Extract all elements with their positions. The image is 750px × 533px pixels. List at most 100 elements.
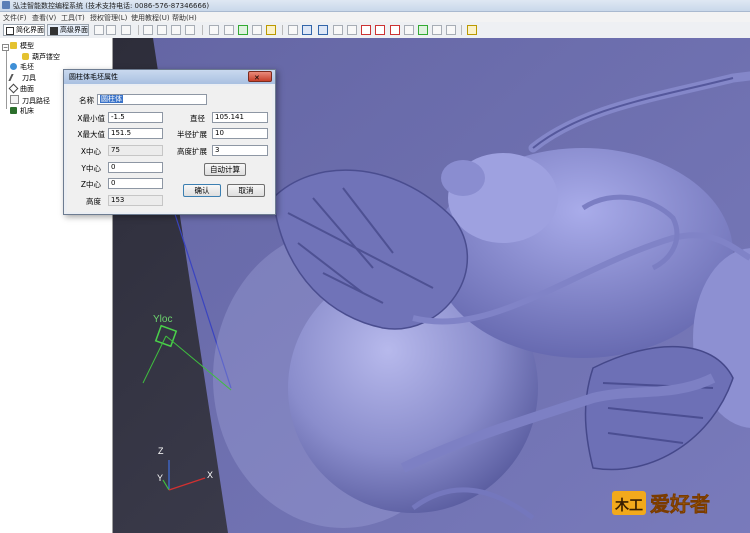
cylinder-icon[interactable] [238,25,248,35]
xmin-label: X最小值 [77,114,105,123]
radius-ext-label: 半径扩展 [177,130,207,139]
toolbar-separator [282,25,283,35]
toolpath-icon [10,95,19,104]
diameter-label: 直径 [190,114,205,123]
watermark-logo: 木工 爱好者 [612,487,742,521]
menu-bar: 文件(F) 查看(V) 工具(T) 授权管理(L) 使用教程(U) 帮助(H) [0,12,750,22]
surface-icon [8,83,19,94]
stripes-icon[interactable] [361,25,371,35]
advanced-mode-button[interactable]: 高级界面 [47,24,89,36]
tree-item-machine[interactable]: 机床 [0,106,34,116]
name-value: 圆柱体 [100,95,123,103]
cylinder-stock-dialog: 圆柱体毛坯属性 ✕ 名称 圆柱体 X最小值 -1.5 X最大值 151.5 X中… [63,69,276,215]
help-icon[interactable] [467,25,477,35]
collapse-icon[interactable]: − [2,44,9,51]
tree-label: 毛坯 [20,63,34,71]
cancel-button[interactable]: 取消 [227,184,265,197]
lightning-icon[interactable] [266,25,276,35]
tree-item-stock[interactable]: 毛坯 [0,62,34,72]
window-title: 弘洼智能数控编程系统 (技术支持电话: 0086-576-87346666) [13,2,210,10]
tree-label: 刀具路径 [22,97,50,105]
tool-icon [8,74,21,81]
xmin-field[interactable]: -1.5 [108,112,163,123]
title-bar: 弘洼智能数控编程系统 (技术支持电话: 0086-576-87346666) [0,0,750,12]
tree-item-toolpath[interactable]: 刀具路径 [0,95,50,105]
xcenter-label: X中心 [80,147,101,156]
advanced-mode-label: 高级界面 [60,26,88,34]
document-icon[interactable] [185,25,195,35]
logo-svg: 木工 爱好者 [612,491,710,516]
logo-prefix: 木工 [614,497,643,514]
ok-button[interactable]: 确认 [183,184,221,197]
zcenter-field[interactable]: 0 [108,178,163,189]
tree-label: 机床 [20,107,34,115]
move-icon[interactable] [288,25,298,35]
tree-label: 模型 [20,42,34,50]
tree-label: 刀具 [22,74,36,82]
machine-icon [10,107,17,114]
ycenter-label: Y中心 [81,164,101,173]
stock-icon [10,63,17,70]
close-icon: ✕ [254,74,260,82]
surface-icon[interactable] [418,25,428,35]
ucs-label: Yloc [153,314,172,325]
cube-icon[interactable] [209,25,219,35]
simple-mode-label: 简化界面 [16,26,44,34]
toolbar-separator [202,25,203,35]
height-label: 高度 [86,197,101,206]
zcenter-label: Z中心 [80,180,101,189]
open-file-icon[interactable] [157,25,167,35]
new-file-icon[interactable] [143,25,153,35]
height-ext-field[interactable]: 3 [212,145,268,156]
image-icon[interactable] [106,25,116,35]
tree-label: 葫芦镂空 [32,53,60,61]
axis-y-line [162,479,170,491]
axis-x-label: X [207,470,213,480]
cylinder-outline-icon[interactable] [347,25,357,35]
lines-icon[interactable] [375,25,385,35]
box-icon[interactable] [224,25,234,35]
auto-calc-button[interactable]: 自动计算 [204,163,246,176]
height-field: 153 [108,195,163,206]
cone-icon[interactable] [252,25,262,35]
tree-item-gourd[interactable]: 葫芦镂空 [14,52,60,62]
checkbox-icon [50,27,58,35]
dialog-title: 圆柱体毛坯属性 [69,73,118,81]
dialog-title-bar[interactable]: 圆柱体毛坯属性 ✕ [64,70,275,84]
model-icon [10,42,17,49]
axis-y-label: Y [157,473,163,483]
tree-item-model[interactable]: − 模型 [0,41,34,51]
cylinder-view-icon[interactable] [318,25,328,35]
name-field[interactable]: 圆柱体 [97,94,207,105]
shell-icon[interactable] [333,25,343,35]
simple-mode-button[interactable]: 简化界面 [3,24,45,36]
settings-icon[interactable] [121,25,131,35]
shaded-cube-icon[interactable] [404,25,414,35]
toolpath-icon[interactable] [432,25,442,35]
axis-z-label: Z [158,446,164,456]
ycenter-field[interactable]: 0 [108,162,163,173]
name-label: 名称 [79,96,94,105]
ucs-line-2 [142,335,167,384]
xcenter-field: 75 [108,145,163,156]
small-gourd [441,160,485,196]
save-icon[interactable] [171,25,181,35]
tree-item-surface[interactable]: 曲面 [0,83,34,94]
close-button[interactable]: ✕ [248,71,272,82]
toolbar: 简化界面 高级界面 [0,22,750,39]
toolbar-separator [461,25,462,35]
layers-icon[interactable] [446,25,456,35]
red-cube-icon[interactable] [390,25,400,35]
xmax-field[interactable]: 151.5 [108,128,163,139]
grid-icon[interactable] [94,25,104,35]
height-ext-label: 高度扩展 [177,147,207,156]
app-icon [2,1,10,9]
layer-icon[interactable] [302,25,312,35]
radius-ext-field[interactable]: 10 [212,128,268,139]
dialog-body: 名称 圆柱体 X最小值 -1.5 X最大值 151.5 X中心 75 Y中心 0… [67,86,272,212]
xmax-label: X最大值 [77,130,105,139]
mesh-icon [22,53,29,60]
tree-item-tool[interactable]: 刀具 [0,73,36,83]
diameter-field[interactable]: 105.141 [212,112,268,123]
axis-x-line [168,477,206,491]
